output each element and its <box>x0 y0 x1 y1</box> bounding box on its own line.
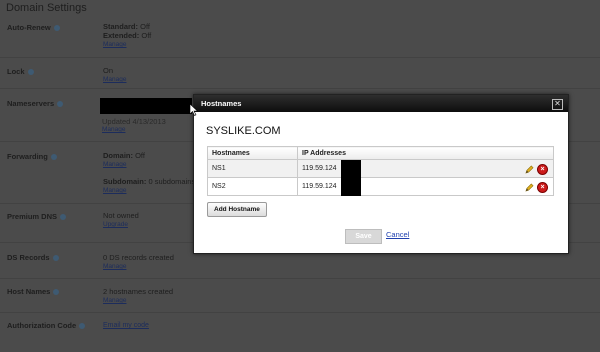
host-names-manage-link[interactable]: Manage <box>103 296 173 305</box>
row-actions: × <box>525 164 548 175</box>
ds-records-label: DS Records <box>7 253 59 262</box>
ip-address: 119.59.124 <box>302 165 337 172</box>
ip-cell: 119.59.124 × <box>297 172 554 196</box>
premium-dns-upgrade-link[interactable]: Upgrade <box>103 220 139 229</box>
auto-renew-value: Standard: Off Extended: Off Manage <box>103 22 152 49</box>
dialog-header: Hostnames ✕ <box>194 95 568 112</box>
pencil-icon[interactable] <box>525 165 534 174</box>
forwarding-domain-manage-link[interactable]: Manage <box>103 160 145 169</box>
forwarding-subdomain-value: Subdomain: 0 subdomains Manage <box>103 177 196 195</box>
nameservers-manage-link[interactable]: Manage <box>102 126 166 133</box>
premium-dns-label: Premium DNS <box>7 212 67 221</box>
cancel-link[interactable]: Cancel <box>386 230 409 239</box>
pencil-icon[interactable] <box>525 183 534 192</box>
table-header-row: Hostnames IP Addresses <box>207 146 554 160</box>
delete-icon[interactable]: × <box>537 182 548 193</box>
help-icon[interactable] <box>52 255 59 261</box>
ds-records-manage-link[interactable]: Manage <box>103 262 174 271</box>
lock-value: On Manage <box>103 66 127 84</box>
auto-renew-label: Auto-Renew <box>7 23 60 32</box>
ip-addresses-column-header: IP Addresses <box>297 146 554 160</box>
forwarding-value: Domain: Off Manage <box>103 151 145 169</box>
help-icon[interactable] <box>53 25 60 31</box>
email-code-link[interactable]: Email my code <box>103 321 149 330</box>
host-names-value: 2 hostnames created Manage <box>103 287 174 305</box>
hostname-cell: NS1 <box>207 159 298 178</box>
host-names-label: Host Names <box>7 287 60 296</box>
forwarding-subdomain-manage-link[interactable]: Manage <box>103 186 195 195</box>
nameservers-updated: Updated 4/13/2013 Manage <box>102 117 166 133</box>
help-icon[interactable] <box>57 101 64 107</box>
help-icon[interactable] <box>60 214 67 220</box>
premium-dns-value: Not owned Upgrade <box>103 211 139 229</box>
domain-name: SYSLIKE.COM <box>206 125 281 137</box>
hostnames-column-header: Hostnames <box>207 146 298 160</box>
hostnames-dialog: Hostnames ✕ SYSLIKE.COM Hostnames IP Add… <box>193 94 569 254</box>
help-icon[interactable] <box>53 289 60 295</box>
ip-cell: 119.59.124 × <box>297 159 554 184</box>
row-actions: × <box>525 182 548 193</box>
redacted-block <box>341 172 361 196</box>
divider <box>0 88 600 89</box>
close-icon[interactable]: ✕ <box>552 99 563 110</box>
auto-renew-manage-link[interactable]: Manage <box>103 40 151 49</box>
save-button[interactable]: Save <box>345 229 382 244</box>
help-icon[interactable] <box>50 154 57 160</box>
auth-code-label: Authorization Code <box>7 321 86 330</box>
table-row: NS2 119.59.124 × <box>207 172 554 196</box>
divider <box>0 312 600 313</box>
ds-records-value: 0 DS records created Manage <box>103 253 174 271</box>
forwarding-label: Forwarding <box>7 152 57 161</box>
auth-code-value: Email my code <box>103 321 149 330</box>
hostname-cell: NS2 <box>207 177 298 196</box>
redacted-block <box>100 98 192 114</box>
nameservers-label: Nameservers <box>7 99 64 108</box>
page-title: Domain Settings <box>6 2 87 14</box>
dialog-title: Hostnames <box>201 99 242 108</box>
add-hostname-button[interactable]: Add Hostname <box>207 202 267 217</box>
help-icon[interactable] <box>27 69 34 75</box>
mouse-cursor-icon <box>190 104 198 116</box>
ip-address: 119.59.124 <box>302 183 337 190</box>
divider <box>0 57 600 58</box>
divider <box>0 278 600 279</box>
lock-manage-link[interactable]: Manage <box>103 75 127 84</box>
lock-label: Lock <box>7 67 34 76</box>
table-row: NS1 119.59.124 × <box>207 159 554 184</box>
delete-icon[interactable]: × <box>537 164 548 175</box>
help-icon[interactable] <box>79 323 86 329</box>
hostnames-table: Hostnames IP Addresses NS1 119.59.124 × … <box>207 146 554 196</box>
